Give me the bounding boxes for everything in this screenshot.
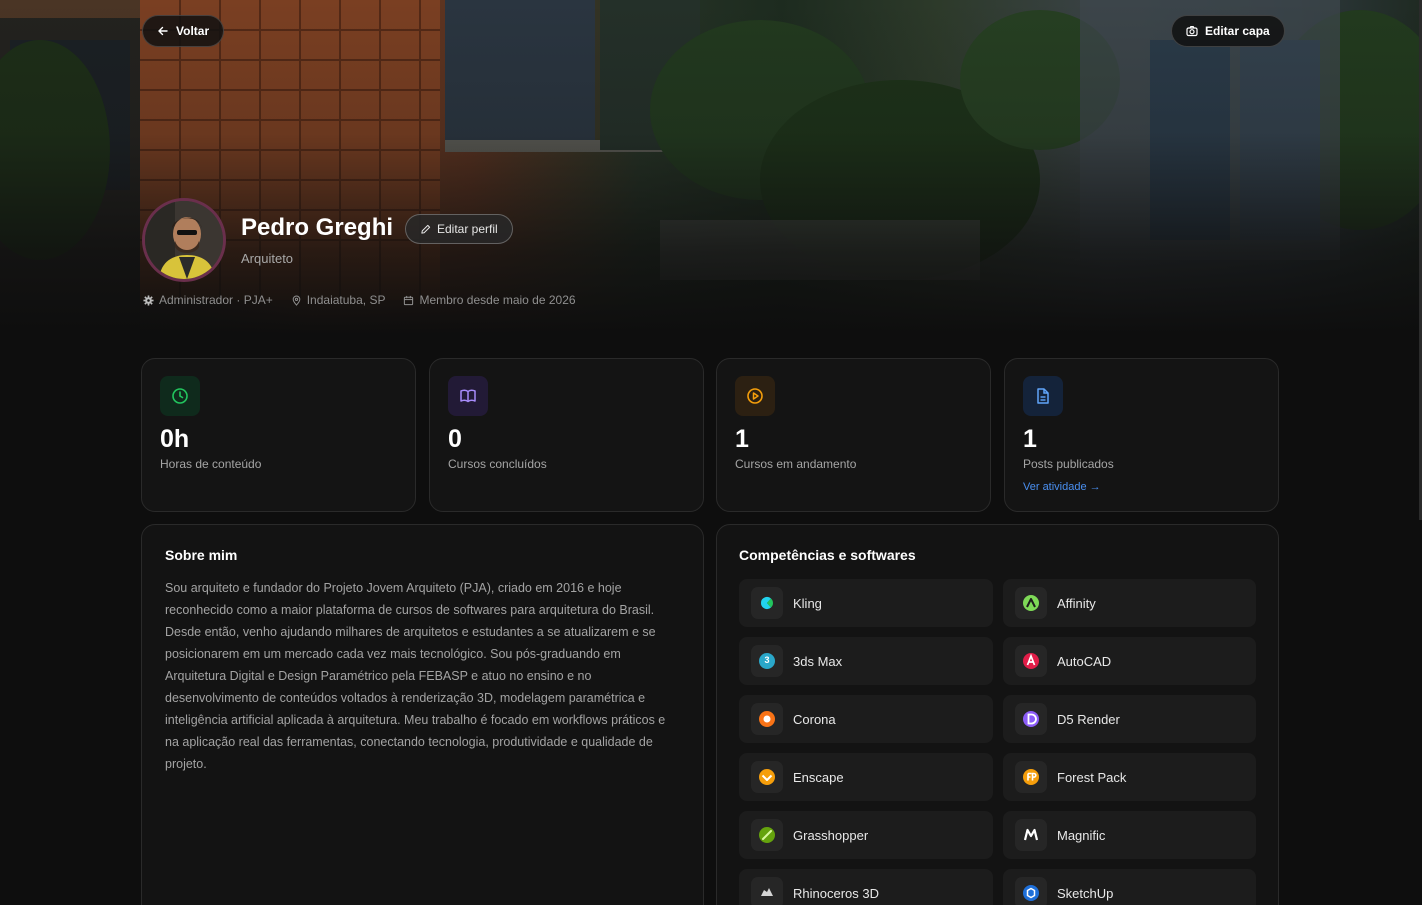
meta-member-since: Membro desde maio de 2026 bbox=[403, 293, 576, 307]
stat-value: 1 bbox=[735, 425, 749, 453]
meta-admin-label: Administrador · PJA+ bbox=[159, 293, 273, 307]
skill-item-grasshopper[interactable]: Grasshopper bbox=[739, 811, 993, 859]
meta-admin: Administrador · PJA+ bbox=[143, 293, 273, 307]
edit-profile-button[interactable]: Editar perfil bbox=[405, 214, 513, 244]
skill-name: AutoCAD bbox=[1057, 653, 1112, 669]
skill-item-kling[interactable]: Kling bbox=[739, 579, 993, 627]
edit-profile-label: Editar perfil bbox=[437, 222, 498, 236]
stat-label: Posts publicados bbox=[1023, 457, 1114, 471]
cover-image bbox=[0, 0, 1422, 335]
profile-role: Arquiteto bbox=[241, 251, 294, 266]
rhino-icon bbox=[751, 877, 783, 905]
skills-title: Competências e softwares bbox=[739, 547, 916, 563]
skill-item-magnific[interactable]: Magnific bbox=[1003, 811, 1256, 859]
meta-location: Indaiatuba, SP bbox=[291, 293, 386, 307]
calendar-icon bbox=[404, 295, 414, 305]
profile-meta: Administrador · PJA+ Indaiatuba, SP Memb… bbox=[143, 293, 576, 307]
kling-icon bbox=[751, 587, 783, 619]
skill-name: 3ds Max bbox=[793, 653, 843, 669]
back-label: Voltar bbox=[176, 24, 210, 38]
skill-item-enscape[interactable]: Enscape bbox=[739, 753, 993, 801]
skill-name: Corona bbox=[793, 711, 836, 727]
clock-icon bbox=[172, 388, 188, 404]
skill-item-d5render[interactable]: D5 Render bbox=[1003, 695, 1256, 743]
gear-icon bbox=[143, 294, 154, 306]
stat-label: Horas de conteúdo bbox=[160, 457, 262, 471]
corona-icon bbox=[751, 703, 783, 735]
forestpack-icon bbox=[1015, 761, 1047, 793]
skill-item-autocad[interactable]: AutoCAD bbox=[1003, 637, 1256, 685]
book-icon bbox=[460, 389, 476, 403]
skill-name: Magnific bbox=[1057, 827, 1106, 843]
arrow-left-icon bbox=[158, 26, 168, 36]
skills-panel: Competências e softwares Kling Affinity … bbox=[716, 524, 1279, 905]
stat-label: Cursos em andamento bbox=[735, 457, 857, 471]
skill-item-forestpack[interactable]: Forest Pack bbox=[1003, 753, 1256, 801]
skill-name: Enscape bbox=[793, 769, 844, 785]
skill-name: SketchUp bbox=[1057, 885, 1114, 901]
stat-label: Cursos concluídos bbox=[448, 457, 547, 471]
sketchup-icon bbox=[1015, 877, 1047, 905]
enscape-icon bbox=[751, 761, 783, 793]
skill-item-rhino[interactable]: Rhinoceros 3D bbox=[739, 869, 993, 905]
pencil-icon bbox=[421, 224, 431, 234]
d5render-icon bbox=[1015, 703, 1047, 735]
avatar bbox=[142, 198, 226, 282]
edit-cover-button[interactable]: Editar capa bbox=[1171, 15, 1285, 47]
autocad-icon bbox=[1015, 645, 1047, 677]
location-pin-icon bbox=[292, 295, 301, 306]
stat-card-courses-completed: 0 Cursos concluídos bbox=[429, 358, 704, 512]
meta-location-label: Indaiatuba, SP bbox=[306, 293, 386, 307]
skill-name: Rhinoceros 3D bbox=[793, 885, 879, 901]
stat-card-hours: 0h Horas de conteúdo bbox=[141, 358, 416, 512]
stat-card-posts: 1 Posts publicados Ver atividade → bbox=[1004, 358, 1279, 512]
stat-card-courses-in-progress: 1 Cursos em andamento bbox=[716, 358, 991, 512]
grasshopper-icon bbox=[751, 819, 783, 851]
svg-text:3: 3 bbox=[764, 655, 769, 665]
about-panel: Sobre mim Sou arquiteto e fundador do Pr… bbox=[141, 524, 704, 905]
skill-name: Kling bbox=[793, 595, 822, 611]
stat-icon-box bbox=[1023, 376, 1063, 416]
document-icon bbox=[1037, 388, 1049, 404]
skills-grid: Kling Affinity 3 3ds Max AutoCAD Corona bbox=[739, 579, 1256, 905]
stat-icon-box bbox=[448, 376, 488, 416]
skill-name: Forest Pack bbox=[1057, 769, 1127, 785]
magnific-icon bbox=[1015, 819, 1047, 851]
skill-name: D5 Render bbox=[1057, 711, 1120, 727]
stat-icon-box bbox=[160, 376, 200, 416]
stat-value: 0 bbox=[448, 425, 462, 453]
3dsmax-icon: 3 bbox=[751, 645, 783, 677]
stat-value: 0h bbox=[160, 425, 190, 453]
skill-name: Grasshopper bbox=[793, 827, 869, 843]
profile-name: Pedro Greghi bbox=[241, 214, 394, 241]
about-text: Sou arquiteto e fundador do Projeto Jove… bbox=[165, 581, 666, 771]
skill-item-affinity[interactable]: Affinity bbox=[1003, 579, 1256, 627]
stat-icon-box bbox=[735, 376, 775, 416]
camera-icon bbox=[1186, 26, 1198, 37]
about-title: Sobre mim bbox=[165, 547, 238, 563]
affinity-icon bbox=[1015, 587, 1047, 619]
back-button[interactable]: Voltar bbox=[142, 15, 225, 47]
play-icon bbox=[747, 388, 763, 404]
meta-member-since-label: Membro desde maio de 2026 bbox=[419, 293, 576, 307]
skill-item-sketchup[interactable]: SketchUp bbox=[1003, 869, 1256, 905]
stat-value: 1 bbox=[1023, 425, 1037, 453]
view-activity-link[interactable]: Ver atividade → bbox=[1023, 481, 1101, 493]
skill-item-corona[interactable]: Corona bbox=[739, 695, 993, 743]
skill-name: Affinity bbox=[1057, 595, 1096, 611]
skill-item-3dsmax[interactable]: 3 3ds Max bbox=[739, 637, 993, 685]
edit-cover-label: Editar capa bbox=[1205, 24, 1270, 38]
